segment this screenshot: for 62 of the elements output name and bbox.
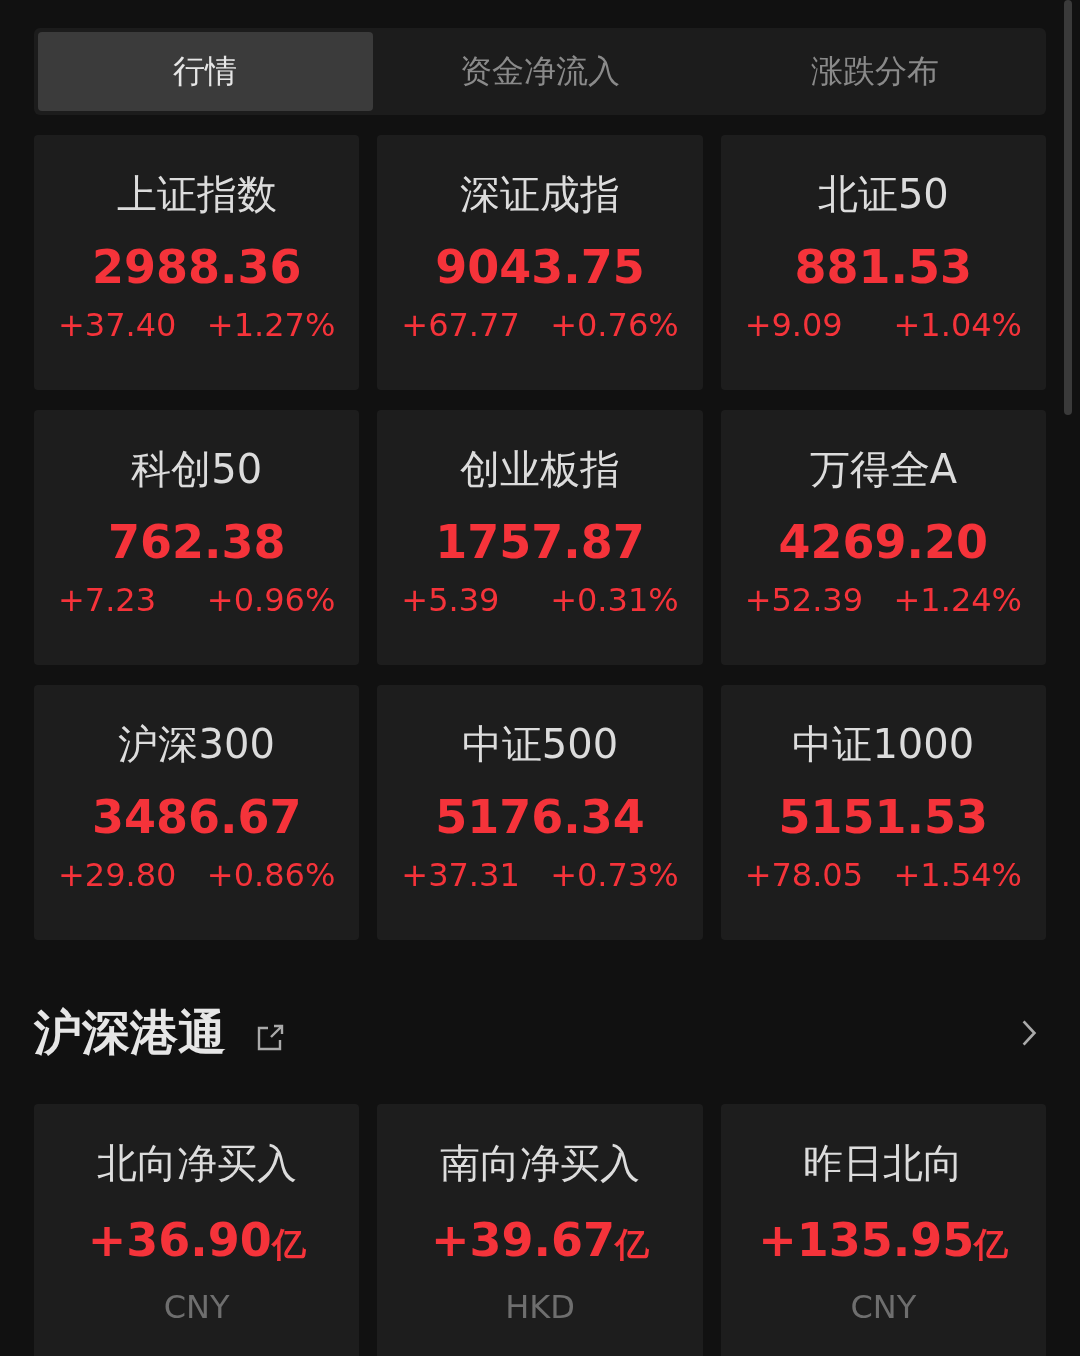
index-percent: +0.31%: [550, 580, 679, 621]
section-title: 沪深港通: [34, 1003, 226, 1062]
index-card[interactable]: 上证指数 2988.36 +37.40 +1.27%: [34, 135, 360, 390]
index-percent: +1.54%: [893, 855, 1022, 896]
flow-value: +36.90亿: [87, 1212, 306, 1269]
tab[interactable]: 行情: [38, 32, 373, 111]
index-name: 创业板指: [460, 445, 620, 494]
index-name: 科创50: [131, 445, 263, 494]
chevron-right-icon[interactable]: [1020, 1017, 1038, 1049]
index-change: +52.39: [744, 580, 864, 621]
index-percent: +0.73%: [550, 855, 679, 896]
index-change: +9.09: [744, 305, 843, 346]
index-card[interactable]: 万得全A 4269.20 +52.39 +1.24%: [720, 410, 1046, 665]
tab[interactable]: 资金净流入: [372, 32, 708, 111]
index-name: 沪深300: [118, 720, 275, 769]
index-card[interactable]: 深证成指 9043.75 +67.77 +0.76%: [377, 135, 703, 390]
flow-name: 南向净买入: [440, 1139, 640, 1188]
flow-card[interactable]: 南向净买入 +39.67亿 HKD: [377, 1104, 703, 1356]
index-percent: +0.96%: [206, 580, 336, 621]
index-change: +37.31: [401, 855, 520, 896]
index-name: 中证1000: [792, 720, 975, 769]
index-name: 深证成指: [460, 170, 620, 219]
currency-label: HKD: [505, 1288, 575, 1326]
index-percent: +1.24%: [893, 580, 1022, 621]
index-card[interactable]: 中证500 5176.34 +37.31 +0.73%: [377, 685, 703, 940]
index-change: +5.39: [401, 580, 500, 621]
index-percent: +0.76%: [550, 305, 679, 346]
index-card[interactable]: 创业板指 1757.87 +5.39 +0.31%: [377, 410, 703, 665]
index-value: 762.38: [107, 514, 286, 571]
flow-value: +39.67亿: [430, 1212, 649, 1269]
currency-label: CNY: [163, 1288, 230, 1326]
index-value: 1757.87: [435, 514, 645, 571]
flow-name: 昨日北向: [803, 1139, 964, 1188]
index-value: 5176.34: [435, 789, 645, 846]
index-value: 4269.20: [778, 514, 989, 571]
flow-card[interactable]: 昨日北向 +135.95亿 CNY: [720, 1104, 1046, 1356]
index-percent: +1.04%: [893, 305, 1022, 346]
index-name: 万得全A: [809, 445, 957, 494]
index-card[interactable]: 中证1000 5151.53 +78.05 +1.54%: [720, 685, 1046, 940]
flow-value: +135.95亿: [758, 1212, 1009, 1269]
index-card[interactable]: 科创50 762.38 +7.23 +0.96%: [34, 410, 360, 665]
flow-card[interactable]: 北向净买入 +36.90亿 CNY: [34, 1104, 360, 1356]
index-change: +67.77: [401, 305, 520, 346]
flow-name: 北向净买入: [96, 1139, 297, 1188]
index-percent: +1.27%: [206, 305, 336, 346]
index-value: 881.53: [794, 239, 973, 296]
index-name: 北证50: [817, 170, 949, 219]
index-change: +78.05: [744, 855, 864, 896]
index-value: 2988.36: [91, 239, 302, 296]
index-percent: +0.86%: [206, 855, 336, 896]
index-change: +29.80: [58, 855, 177, 896]
index-name: 上证指数: [116, 170, 277, 219]
index-value: 9043.75: [435, 239, 645, 296]
index-card[interactable]: 沪深300 3486.67 +29.80 +0.86%: [34, 685, 360, 940]
currency-label: CNY: [850, 1288, 917, 1326]
tab[interactable]: 涨跌分布: [707, 32, 1042, 111]
index-card[interactable]: 北证50 881.53 +9.09 +1.04%: [720, 135, 1046, 390]
index-name: 中证500: [461, 720, 619, 769]
index-change: +37.40: [58, 305, 177, 346]
index-value: 5151.53: [778, 789, 989, 846]
index-value: 3486.67: [91, 789, 302, 846]
index-change: +7.23: [58, 580, 157, 621]
